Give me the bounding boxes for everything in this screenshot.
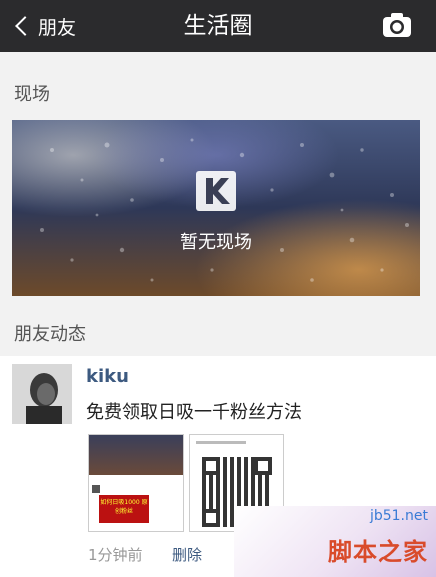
live-panel[interactable]: 暂无现场 [12, 120, 420, 296]
delete-link[interactable]: 删除 [172, 544, 202, 565]
feed-section-label: 朋友动态 [14, 324, 86, 345]
watermark-name: 脚本之家 [328, 538, 428, 566]
live-section-label: 现场 [14, 84, 50, 105]
avatar[interactable] [12, 364, 72, 424]
post-text: 免费领取日吸一千粉丝方法 [86, 402, 302, 423]
qr-finder-pattern [202, 509, 220, 527]
camera-icon[interactable] [382, 12, 412, 38]
thumbnail-header-line [196, 441, 246, 444]
thumbnail-avatar [92, 485, 100, 493]
post-image-1[interactable]: 如何日吸1000 原创粉丝 [88, 434, 184, 532]
chevron-left-icon [15, 16, 35, 36]
live-logo-icon [196, 171, 236, 211]
watermark: jb51.net 脚本之家 [234, 506, 436, 577]
live-empty-text: 暂无现场 [180, 232, 252, 253]
top-nav-bar: 朋友 生活圈 [0, 0, 436, 52]
post-timestamp: 1分钟前 [88, 546, 143, 564]
watermark-url: jb51.net [369, 508, 428, 524]
qr-finder-pattern [202, 457, 220, 475]
back-label: 朋友 [38, 16, 77, 39]
back-button[interactable]: 朋友 [12, 0, 76, 52]
qr-finder-pattern [254, 457, 272, 475]
post-username[interactable]: kiku [86, 366, 129, 387]
thumbnail-promo-card: 如何日吸1000 原创粉丝 [99, 495, 149, 523]
thumbnail-banner [89, 435, 183, 475]
